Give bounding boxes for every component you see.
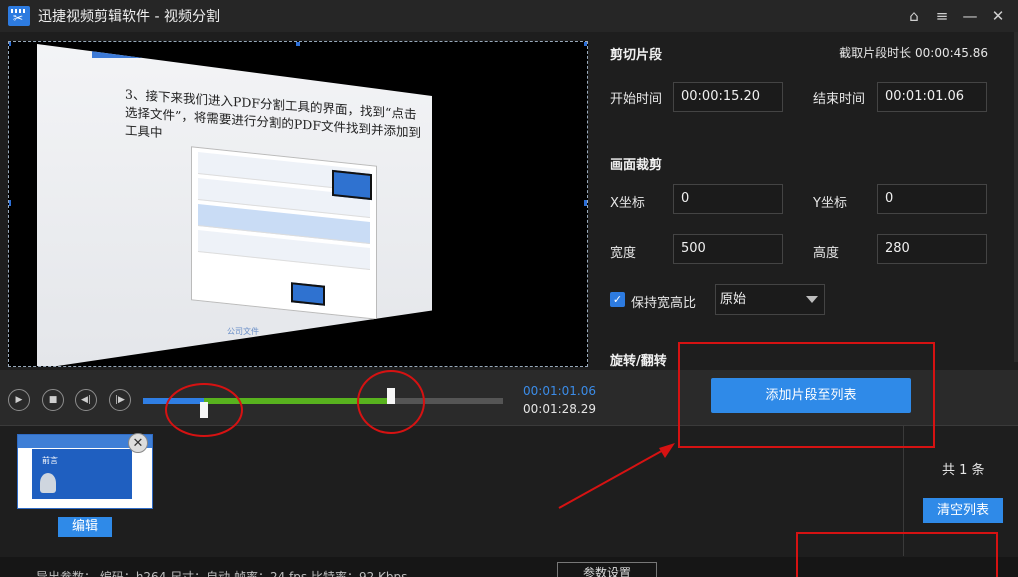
y-coord-input[interactable]: 0 [877,184,987,214]
crop-handle[interactable] [584,42,587,46]
duration-value: 00:00:45.86 [915,46,988,60]
thumbnail-title: 前言 [42,456,58,465]
stop-icon[interactable]: ■ [42,389,64,411]
annotation-circle-start [165,383,243,437]
crop-handle[interactable] [296,42,300,46]
remove-clip-icon[interactable]: ✕ [128,433,148,453]
width-input[interactable]: 500 [673,234,783,264]
crop-handle[interactable] [9,42,11,46]
video-preview: 3、接下来我们进入PDF分割工具的界面，找到“点击选择文件”，将需要进行分割的P… [0,32,598,370]
settings-panel: 剪切片段 截取片段时长 00:00:45.86 开始时间 00:00:15.20… [598,32,1018,370]
start-time-input[interactable]: 00:00:15.20 [673,82,783,112]
export-params: 导出参数： 编码：h264 尺寸：自动 帧率：24 fps 比特率：92 Kbp… [36,570,408,577]
section-crop: 画面裁剪 [610,158,663,173]
prev-icon[interactable]: ◀| [75,389,97,411]
duration-label: 截取片段时长 [839,46,912,60]
ratio-select[interactable]: 原始 [715,284,825,315]
minimize-icon[interactable]: — [956,0,984,32]
play-icon[interactable]: ▶ [8,389,30,411]
window-title: 迅捷视频剪辑软件 - 视频分割 [38,9,220,25]
end-time-input[interactable]: 00:01:01.06 [877,82,987,112]
x-coord-input[interactable]: 0 [673,184,783,214]
window-controls: ⌂ ≡ — ✕ [900,0,1018,32]
end-time-label: 结束时间 [813,92,866,107]
start-time-label: 开始时间 [610,92,663,107]
thumbnail-figure [40,473,56,493]
next-icon[interactable]: |▶ [109,389,131,411]
title-bar: 迅捷视频剪辑软件 - 视频分割 ⌂ ≡ — ✕ [0,0,1018,32]
annotation-box-add [678,342,935,448]
y-coord-label: Y坐标 [813,196,847,211]
annotation-circle-end [357,370,425,434]
dropdown-arrow-icon [806,296,818,303]
slide-highlight [332,169,372,201]
clip-duration: 截取片段时长 00:00:45.86 [839,44,988,61]
clip-count: 共 1 条 [942,463,985,478]
slide-logo [92,48,142,58]
keep-ratio-label: 保持宽高比 [631,296,697,311]
param-settings-button[interactable]: 参数设置 [557,562,657,577]
height-label: 高度 [813,246,840,261]
panel-scrollbar[interactable] [1014,32,1018,362]
menu-icon[interactable]: ≡ [928,0,956,32]
annotation-box-export [796,532,998,577]
slide-title: 3、接下来我们进入PDF分割工具的界面，找到“点击选择文件”，将需要进行分割的P… [125,86,421,141]
close-icon[interactable]: ✕ [984,0,1012,32]
height-input[interactable]: 280 [877,234,987,264]
slide-footer: 公司文件 [227,327,259,336]
slide-highlight [291,282,325,306]
home-icon[interactable]: ⌂ [900,0,928,32]
width-label: 宽度 [610,246,637,261]
crop-handle[interactable] [9,200,11,206]
video-frame-slide: 3、接下来我们进入PDF分割工具的界面，找到“点击选择文件”，将需要进行分割的P… [37,44,432,366]
total-time: 00:01:28.29 [523,402,596,416]
crop-handle[interactable] [584,200,587,206]
section-rotate: 旋转/翻转 [610,354,667,369]
keep-ratio-checkbox-icon[interactable]: ✓ [610,292,625,307]
x-coord-label: X坐标 [610,196,645,211]
app-logo-icon [8,6,30,26]
clear-list-button[interactable]: 清空列表 [923,498,1003,523]
ratio-select-value: 原始 [720,292,747,307]
edit-button[interactable]: 编辑 [58,517,112,537]
crop-frame[interactable]: 3、接下来我们进入PDF分割工具的界面，找到“点击选择文件”，将需要进行分割的P… [8,41,588,367]
annotation-arrow [558,443,675,509]
current-time: 00:01:01.06 [523,384,596,398]
section-cut: 剪切片段 [610,48,663,63]
